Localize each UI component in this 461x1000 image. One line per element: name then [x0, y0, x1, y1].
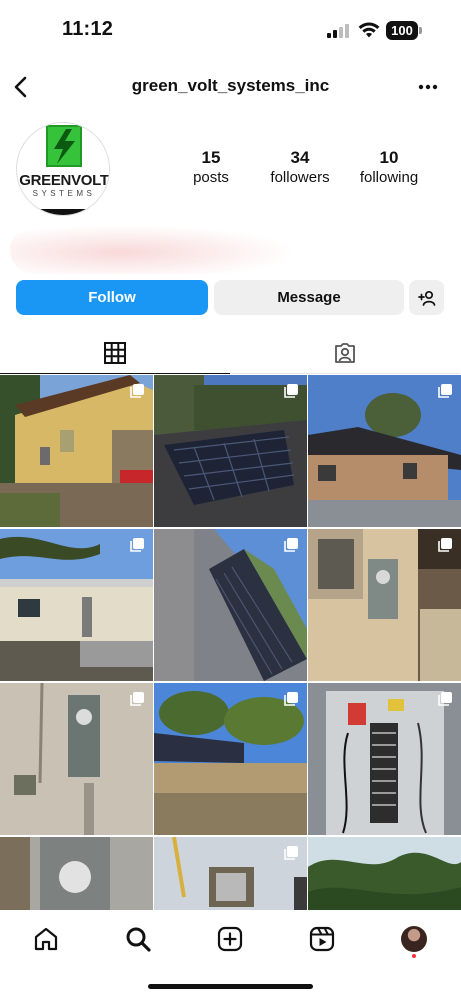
multiple-photos-icon	[130, 692, 144, 706]
add-user-icon	[417, 290, 435, 306]
post-tile[interactable]	[0, 683, 153, 835]
more-horizontal-icon	[418, 84, 438, 90]
post-tile[interactable]	[308, 683, 461, 835]
post-photo	[308, 837, 461, 910]
suggested-users-button[interactable]	[409, 280, 444, 315]
search-icon	[126, 927, 151, 952]
profile-actions: Follow Message	[16, 280, 444, 315]
stat-label: posts	[193, 169, 229, 186]
stat-posts[interactable]: 15 posts	[170, 148, 252, 188]
reels-icon	[309, 926, 335, 952]
multiple-photos-icon	[130, 384, 144, 398]
multiple-photos-icon	[438, 538, 452, 552]
post-tile[interactable]	[0, 529, 153, 681]
message-button[interactable]: Message	[214, 280, 404, 315]
status-time: 11:12	[62, 18, 114, 40]
post-tile[interactable]	[154, 837, 307, 910]
multiple-photos-icon	[130, 538, 144, 552]
stat-label: following	[359, 169, 419, 186]
tab-tagged[interactable]	[230, 332, 460, 374]
multiple-photos-icon	[284, 846, 298, 860]
profile-header: green_volt_systems_inc	[0, 64, 461, 110]
battery-icon: 100	[386, 21, 422, 40]
follow-button[interactable]: Follow	[16, 280, 208, 315]
green-volt-logo: GREENVOLT SYSTEMS	[17, 123, 109, 215]
nav-reels[interactable]	[305, 922, 339, 956]
stat-value: 34	[290, 148, 310, 167]
posts-grid	[0, 375, 461, 910]
nav-create[interactable]	[213, 922, 247, 956]
profile-tabs	[0, 332, 461, 374]
nav-search[interactable]	[121, 922, 155, 956]
grid-icon	[104, 341, 126, 364]
tagged-icon	[335, 342, 355, 363]
profile-avatar	[401, 926, 427, 952]
cellular-signal-icon	[327, 24, 349, 38]
post-tile[interactable]	[308, 837, 461, 910]
post-tile[interactable]	[308, 529, 461, 681]
svg-text:GREENVOLT: GREENVOLT	[19, 172, 109, 189]
svg-text:SYSTEMS: SYSTEMS	[33, 189, 96, 198]
post-tile[interactable]	[0, 375, 153, 527]
status-bar: 11:12 100	[0, 0, 461, 60]
post-tile[interactable]	[0, 837, 153, 910]
redacted-bio	[10, 226, 290, 274]
post-tile[interactable]	[308, 375, 461, 527]
nav-home[interactable]	[29, 922, 63, 956]
profile-username: green_volt_systems_inc	[131, 76, 330, 95]
stat-value: 15	[201, 148, 221, 167]
more-options-button[interactable]	[413, 72, 443, 102]
profile-stats: 15 posts 34 followers 10 following	[170, 148, 430, 188]
post-tile[interactable]	[154, 375, 307, 527]
stat-label: followers	[270, 169, 330, 186]
profile-avatar-large[interactable]: GREENVOLT SYSTEMS	[16, 122, 110, 216]
stat-following[interactable]: 10 following	[348, 148, 430, 188]
stat-followers[interactable]: 34 followers	[259, 148, 341, 188]
multiple-photos-icon	[438, 384, 452, 398]
wifi-icon	[358, 22, 380, 38]
stat-value: 10	[379, 148, 399, 167]
battery-level: 100	[386, 21, 418, 40]
home-indicator[interactable]	[148, 984, 313, 989]
notification-dot	[412, 954, 416, 958]
tab-posts-grid[interactable]	[0, 332, 230, 374]
post-tile[interactable]	[154, 529, 307, 681]
post-photo	[0, 837, 153, 910]
multiple-photos-icon	[284, 692, 298, 706]
nav-profile[interactable]	[397, 922, 431, 956]
post-tile[interactable]	[154, 683, 307, 835]
multiple-photos-icon	[438, 692, 452, 706]
multiple-photos-icon	[284, 538, 298, 552]
create-icon	[217, 926, 243, 952]
multiple-photos-icon	[284, 384, 298, 398]
home-icon	[34, 927, 58, 951]
